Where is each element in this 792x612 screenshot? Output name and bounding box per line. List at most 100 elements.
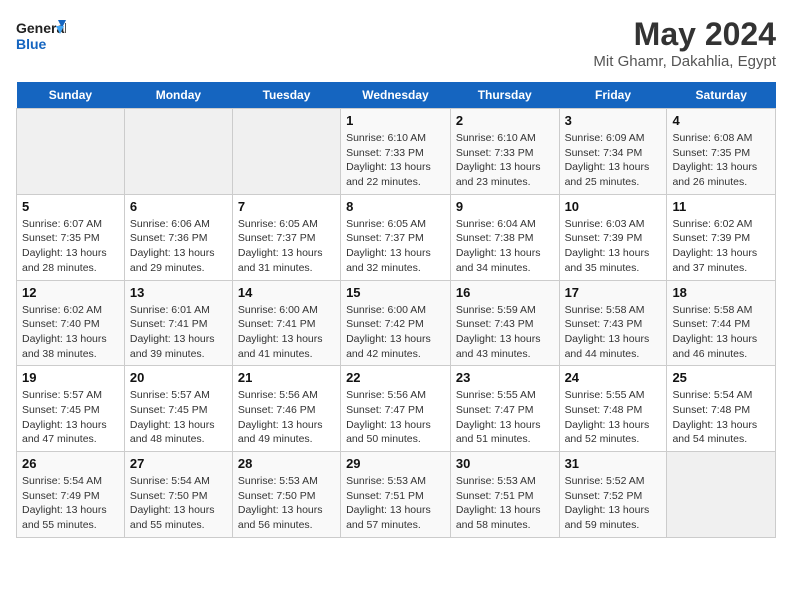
weekday-header-sunday: Sunday: [17, 82, 125, 109]
calendar-cell: 10 Sunrise: 6:03 AMSunset: 7:39 PMDayligh…: [559, 194, 667, 280]
day-info: Sunrise: 6:03 AMSunset: 7:39 PMDaylight:…: [565, 217, 662, 276]
month-year-title: May 2024: [593, 16, 776, 53]
calendar-cell: 2 Sunrise: 6:10 AMSunset: 7:33 PMDaylight…: [450, 109, 559, 195]
calendar-cell: 20 Sunrise: 5:57 AMSunset: 7:45 PMDayligh…: [124, 366, 232, 452]
calendar-cell: 22 Sunrise: 5:56 AMSunset: 7:47 PMDayligh…: [341, 366, 451, 452]
calendar-cell: 23 Sunrise: 5:55 AMSunset: 7:47 PMDayligh…: [450, 366, 559, 452]
day-info: Sunrise: 6:01 AMSunset: 7:41 PMDaylight:…: [130, 303, 227, 362]
day-number: 7: [238, 199, 335, 214]
calendar-cell: 25Sunrise: 5:54 AMSunset: 7:48 PMDayligh…: [667, 366, 776, 452]
day-info: Sunrise: 6:07 AMSunset: 7:35 PMDaylight:…: [22, 217, 119, 276]
day-info: Sunrise: 6:02 AMSunset: 7:40 PMDaylight:…: [22, 303, 119, 362]
day-number: 18: [672, 285, 770, 300]
weekday-header-saturday: Saturday: [667, 82, 776, 109]
day-info: Sunrise: 5:58 AMSunset: 7:44 PMDaylight:…: [672, 303, 770, 362]
day-info: Sunrise: 6:08 AMSunset: 7:35 PMDaylight:…: [672, 131, 770, 190]
calendar-cell: 1 Sunrise: 6:10 AMSunset: 7:33 PMDaylight…: [341, 109, 451, 195]
weekday-header-friday: Friday: [559, 82, 667, 109]
calendar-cell: 17Sunrise: 5:58 AMSunset: 7:43 PMDayligh…: [559, 280, 667, 366]
calendar-cell: 4 Sunrise: 6:08 AMSunset: 7:35 PMDaylight…: [667, 109, 776, 195]
day-number: 31: [565, 456, 662, 471]
calendar-cell: [17, 109, 125, 195]
day-number: 4: [672, 113, 770, 128]
day-number: 24: [565, 370, 662, 385]
day-number: 26: [22, 456, 119, 471]
day-number: 15: [346, 285, 445, 300]
calendar-cell: 6Sunrise: 6:06 AMSunset: 7:36 PMDaylight…: [124, 194, 232, 280]
day-info: Sunrise: 5:52 AMSunset: 7:52 PMDaylight:…: [565, 474, 662, 533]
calendar-cell: 24 Sunrise: 5:55 AMSunset: 7:48 PMDayligh…: [559, 366, 667, 452]
calendar-cell: 29Sunrise: 5:53 AMSunset: 7:51 PMDayligh…: [341, 452, 451, 538]
day-info: Sunrise: 5:55 AMSunset: 7:47 PMDaylight:…: [456, 388, 554, 447]
day-number: 9: [456, 199, 554, 214]
page-header: General Blue May 2024 Mit Ghamr, Dakahli…: [16, 16, 776, 70]
day-number: 19: [22, 370, 119, 385]
day-info: Sunrise: 5:55 AMSunset: 7:48 PMDaylight:…: [565, 388, 662, 447]
calendar-cell: 21Sunrise: 5:56 AMSunset: 7:46 PMDayligh…: [232, 366, 340, 452]
day-info: Sunrise: 6:04 AMSunset: 7:38 PMDaylight:…: [456, 217, 554, 276]
day-number: 12: [22, 285, 119, 300]
calendar-cell: 9 Sunrise: 6:04 AMSunset: 7:38 PMDaylight…: [450, 194, 559, 280]
calendar-cell: 7Sunrise: 6:05 AMSunset: 7:37 PMDaylight…: [232, 194, 340, 280]
week-row-3: 12 Sunrise: 6:02 AMSunset: 7:40 PMDayligh…: [17, 280, 776, 366]
day-number: 11: [672, 199, 770, 214]
calendar-cell: 14Sunrise: 6:00 AMSunset: 7:41 PMDayligh…: [232, 280, 340, 366]
weekday-header-monday: Monday: [124, 82, 232, 109]
day-info: Sunrise: 6:05 AMSunset: 7:37 PMDaylight:…: [346, 217, 445, 276]
day-number: 10: [565, 199, 662, 214]
day-number: 28: [238, 456, 335, 471]
day-info: Sunrise: 5:57 AMSunset: 7:45 PMDaylight:…: [22, 388, 119, 447]
week-row-1: 1 Sunrise: 6:10 AMSunset: 7:33 PMDaylight…: [17, 109, 776, 195]
day-info: Sunrise: 5:53 AMSunset: 7:51 PMDaylight:…: [346, 474, 445, 533]
day-number: 20: [130, 370, 227, 385]
day-number: 5: [22, 199, 119, 214]
day-info: Sunrise: 5:54 AMSunset: 7:50 PMDaylight:…: [130, 474, 227, 533]
svg-text:Blue: Blue: [16, 36, 47, 52]
day-info: Sunrise: 5:57 AMSunset: 7:45 PMDaylight:…: [130, 388, 227, 447]
day-number: 25: [672, 370, 770, 385]
day-number: 6: [130, 199, 227, 214]
calendar-cell: 11 Sunrise: 6:02 AMSunset: 7:39 PMDayligh…: [667, 194, 776, 280]
calendar-cell: 19 Sunrise: 5:57 AMSunset: 7:45 PMDayligh…: [17, 366, 125, 452]
calendar-table: SundayMondayTuesdayWednesdayThursdayFrid…: [16, 82, 776, 538]
day-number: 13: [130, 285, 227, 300]
day-number: 2: [456, 113, 554, 128]
calendar-cell: 28Sunrise: 5:53 AMSunset: 7:50 PMDayligh…: [232, 452, 340, 538]
day-number: 30: [456, 456, 554, 471]
day-number: 8: [346, 199, 445, 214]
calendar-cell: [232, 109, 340, 195]
calendar-cell: 18 Sunrise: 5:58 AMSunset: 7:44 PMDayligh…: [667, 280, 776, 366]
calendar-cell: 15Sunrise: 6:00 AMSunset: 7:42 PMDayligh…: [341, 280, 451, 366]
logo-svg: General Blue: [16, 16, 66, 56]
calendar-cell: 26Sunrise: 5:54 AMSunset: 7:49 PMDayligh…: [17, 452, 125, 538]
day-info: Sunrise: 6:10 AMSunset: 7:33 PMDaylight:…: [456, 131, 554, 190]
day-number: 3: [565, 113, 662, 128]
week-row-4: 19 Sunrise: 5:57 AMSunset: 7:45 PMDayligh…: [17, 366, 776, 452]
weekday-header-wednesday: Wednesday: [341, 82, 451, 109]
week-row-2: 5 Sunrise: 6:07 AMSunset: 7:35 PMDaylight…: [17, 194, 776, 280]
day-number: 23: [456, 370, 554, 385]
day-number: 1: [346, 113, 445, 128]
calendar-cell: [124, 109, 232, 195]
week-row-5: 26Sunrise: 5:54 AMSunset: 7:49 PMDayligh…: [17, 452, 776, 538]
day-number: 22: [346, 370, 445, 385]
calendar-cell: [667, 452, 776, 538]
calendar-cell: 13 Sunrise: 6:01 AMSunset: 7:41 PMDayligh…: [124, 280, 232, 366]
day-number: 16: [456, 285, 554, 300]
day-info: Sunrise: 5:59 AMSunset: 7:43 PMDaylight:…: [456, 303, 554, 362]
day-number: 14: [238, 285, 335, 300]
day-info: Sunrise: 6:02 AMSunset: 7:39 PMDaylight:…: [672, 217, 770, 276]
logo: General Blue: [16, 16, 66, 56]
calendar-cell: 3 Sunrise: 6:09 AMSunset: 7:34 PMDaylight…: [559, 109, 667, 195]
day-info: Sunrise: 5:56 AMSunset: 7:47 PMDaylight:…: [346, 388, 445, 447]
day-info: Sunrise: 5:56 AMSunset: 7:46 PMDaylight:…: [238, 388, 335, 447]
calendar-cell: 30Sunrise: 5:53 AMSunset: 7:51 PMDayligh…: [450, 452, 559, 538]
weekday-header-thursday: Thursday: [450, 82, 559, 109]
day-info: Sunrise: 6:10 AMSunset: 7:33 PMDaylight:…: [346, 131, 445, 190]
calendar-cell: 12 Sunrise: 6:02 AMSunset: 7:40 PMDayligh…: [17, 280, 125, 366]
calendar-cell: 27 Sunrise: 5:54 AMSunset: 7:50 PMDayligh…: [124, 452, 232, 538]
day-info: Sunrise: 6:09 AMSunset: 7:34 PMDaylight:…: [565, 131, 662, 190]
title-block: May 2024 Mit Ghamr, Dakahlia, Egypt: [593, 16, 776, 70]
location-subtitle: Mit Ghamr, Dakahlia, Egypt: [593, 53, 776, 70]
day-number: 27: [130, 456, 227, 471]
